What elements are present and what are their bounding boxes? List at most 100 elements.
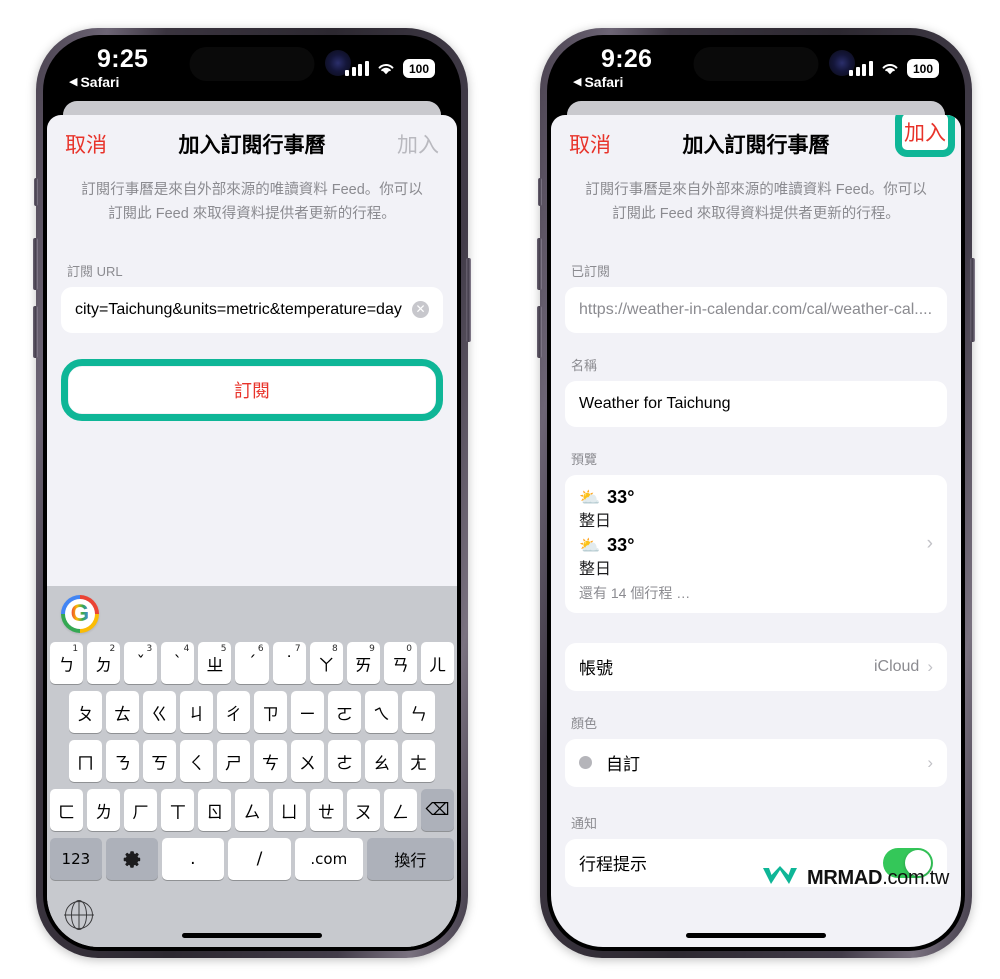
add-button[interactable]: 加入 xyxy=(397,129,439,159)
back-to-safari-button[interactable]: ◀ Safari xyxy=(573,74,623,90)
color-card[interactable]: 自訂 › xyxy=(565,738,947,787)
period-key[interactable]: . xyxy=(161,838,225,880)
mute-switch[interactable] xyxy=(34,178,38,206)
home-indicator xyxy=(182,933,322,938)
key-ㄑ[interactable]: ㄑ xyxy=(180,740,213,782)
key-ㄚ[interactable]: ㄚ8 xyxy=(309,642,343,684)
phone-bezel: 9:25 ◀ Safari 100 取消 加入訂閱行事曆 加入 訂閱行事曆是來自… xyxy=(43,35,461,951)
key-ㄩ[interactable]: ㄩ xyxy=(272,789,306,831)
mrmad-logo-icon xyxy=(761,864,799,893)
subscribed-url-value: https://weather-in-calendar.com/cal/weat… xyxy=(579,300,933,318)
watermark: MRMAD.com.tw xyxy=(761,864,949,893)
key-ㄎ[interactable]: ㄎ xyxy=(143,740,176,782)
highlight-box-subscribe: 訂閱 xyxy=(61,358,443,421)
key-ㄖ[interactable]: ㄖ xyxy=(198,789,232,831)
weather-partly-cloudy-rain-icon: ⛅ xyxy=(579,487,601,507)
numbers-key[interactable]: 123 xyxy=(50,838,102,880)
color-value: 自訂 xyxy=(606,755,640,775)
key-ㄝ[interactable]: ㄝ xyxy=(309,789,343,831)
key-ㄋ[interactable]: ㄋ xyxy=(106,740,139,782)
enter-key[interactable]: 換行 xyxy=(366,838,455,880)
key-ㄘ[interactable]: ㄘ xyxy=(254,740,287,782)
clear-icon[interactable]: ✕ xyxy=(412,301,429,319)
cancel-button[interactable]: 取消 xyxy=(569,129,611,159)
key-ㄔ[interactable]: ㄔ xyxy=(217,691,250,733)
back-to-safari-button[interactable]: ◀ Safari xyxy=(69,74,119,90)
key-superscript: 3 xyxy=(146,644,153,654)
power-button[interactable] xyxy=(466,258,471,342)
key-ㄞ[interactable]: ㄞ9 xyxy=(346,642,380,684)
phone-bezel: 9:26 ◀ Safari 100 取消 加入訂閱行事曆 加入 訂閱行事曆是來自… xyxy=(547,35,965,951)
volume-up-button[interactable] xyxy=(537,238,542,290)
key-ㄕ[interactable]: ㄕ xyxy=(217,740,250,782)
add-button[interactable]: 加入 xyxy=(904,122,946,145)
key-ㄌ[interactable]: ㄌ xyxy=(87,789,121,831)
key-ㄓ[interactable]: ㄓ5 xyxy=(198,642,232,684)
key-ㄈ[interactable]: ㄈ xyxy=(49,789,84,831)
key-ㄒ[interactable]: ㄒ xyxy=(161,789,195,831)
key-ㄇ[interactable]: ㄇ xyxy=(69,740,102,782)
key-ㄠ[interactable]: ㄠ xyxy=(365,740,398,782)
volume-up-button[interactable] xyxy=(33,238,38,290)
keyboard-row-3: ㄇㄋㄎㄑㄕㄘㄨㄜㄠㄤ xyxy=(47,740,457,782)
zhuyin-keyboard: G ㄅ1ㄉ2ˇ3ˋ4ㄓ5ˊ6˙7ㄚ8ㄞ9ㄢ0ㄦ ㄆㄊㄍㄐㄔㄗㄧㄛㄟㄣ ㄇㄋㄎㄑㄕ… xyxy=(47,586,457,947)
key-ㄊ[interactable]: ㄊ xyxy=(106,691,139,733)
volume-down-button[interactable] xyxy=(33,306,38,358)
backspace-icon[interactable]: ⌫ xyxy=(420,789,455,831)
battery-icon: 100 xyxy=(402,59,435,78)
mute-switch[interactable] xyxy=(538,178,542,206)
url-field-value: city=Taichung&units=metric&temperature=d… xyxy=(75,300,402,318)
key-ㄍ[interactable]: ㄍ xyxy=(143,691,176,733)
key-ˇ[interactable]: ˇ3 xyxy=(124,642,158,684)
gear-icon[interactable] xyxy=(105,838,158,880)
name-field-label: 名稱 xyxy=(571,357,598,373)
key-ㄗ[interactable]: ㄗ xyxy=(254,691,287,733)
key-ㄏ[interactable]: ㄏ xyxy=(124,789,158,831)
key-ㄢ[interactable]: ㄢ0 xyxy=(383,642,417,684)
volume-down-button[interactable] xyxy=(537,306,542,358)
globe-icon[interactable] xyxy=(65,900,93,930)
key-superscript: 2 xyxy=(109,644,116,654)
slash-key[interactable]: / xyxy=(228,838,291,880)
key-ㄨ[interactable]: ㄨ xyxy=(291,740,324,782)
key-ㄙ[interactable]: ㄙ xyxy=(235,789,269,831)
key-ˊ[interactable]: ˊ6 xyxy=(235,642,269,684)
key-ㄣ[interactable]: ㄣ xyxy=(402,691,435,733)
keyboard-suggestion-bar: G xyxy=(47,586,457,642)
phone-screen-left: 9:25 ◀ Safari 100 取消 加入訂閱行事曆 加入 訂閱行事曆是來自… xyxy=(47,39,457,947)
wifi-icon xyxy=(880,61,900,76)
subscription-url-input[interactable]: city=Taichung&units=metric&temperature=d… xyxy=(61,286,443,333)
key-ㄡ[interactable]: ㄡ xyxy=(346,789,380,831)
subscribed-url-input[interactable]: https://weather-in-calendar.com/cal/weat… xyxy=(565,286,947,333)
calendar-name-input[interactable]: Weather for Taichung xyxy=(565,380,947,427)
watermark-brand: MRMAD xyxy=(807,867,883,889)
preview-card[interactable]: ⛅ 33° 整日 ⛅ 33° 整日 還有 14 個行程 … › xyxy=(565,474,947,613)
key-ㄜ[interactable]: ㄜ xyxy=(328,740,361,782)
add-subscription-sheet: 取消 加入訂閱行事曆 加入 訂閱行事曆是來自外部來源的唯讀資料 Feed。你可以… xyxy=(551,115,961,947)
key-ㄤ[interactable]: ㄤ xyxy=(402,740,435,782)
key-ㄆ[interactable]: ㄆ xyxy=(69,691,102,733)
key-˙[interactable]: ˙ 7 xyxy=(272,642,306,684)
account-row[interactable]: 帳號 iCloud › xyxy=(579,643,933,691)
sheet-navbar: 取消 加入訂閱行事曆 加入 xyxy=(551,115,961,173)
home-indicator xyxy=(686,933,826,938)
account-card[interactable]: 帳號 iCloud › xyxy=(565,642,947,691)
cancel-button[interactable]: 取消 xyxy=(65,129,107,159)
preview-more-events: 還有 14 個行程 … xyxy=(579,584,691,601)
color-section-label: 顏色 xyxy=(571,715,598,731)
dotcom-key[interactable]: .com xyxy=(294,838,363,880)
key-ˋ[interactable]: ˋ4 xyxy=(161,642,195,684)
key-ㄉ[interactable]: ㄉ2 xyxy=(87,642,121,684)
subscribe-button[interactable]: 訂閱 xyxy=(69,366,435,413)
color-row[interactable]: 自訂 › xyxy=(579,739,933,787)
power-button[interactable] xyxy=(970,258,975,342)
key-ㄦ[interactable]: ㄦ xyxy=(420,642,455,684)
sheet-scroll-area[interactable]: 訂閱行事曆是來自外部來源的唯讀資料 Feed。你可以訂閱此 Feed 來取得資料… xyxy=(551,173,961,947)
key-ㄧ[interactable]: ㄧ xyxy=(291,691,324,733)
key-ㄟ[interactable]: ㄟ xyxy=(365,691,398,733)
key-ㄛ[interactable]: ㄛ xyxy=(328,691,361,733)
key-ㄐ[interactable]: ㄐ xyxy=(180,691,213,733)
google-logo-icon[interactable]: G xyxy=(61,595,99,633)
key-ㄅ[interactable]: ㄅ1 xyxy=(49,642,84,684)
key-ㄥ[interactable]: ㄥ xyxy=(383,789,417,831)
